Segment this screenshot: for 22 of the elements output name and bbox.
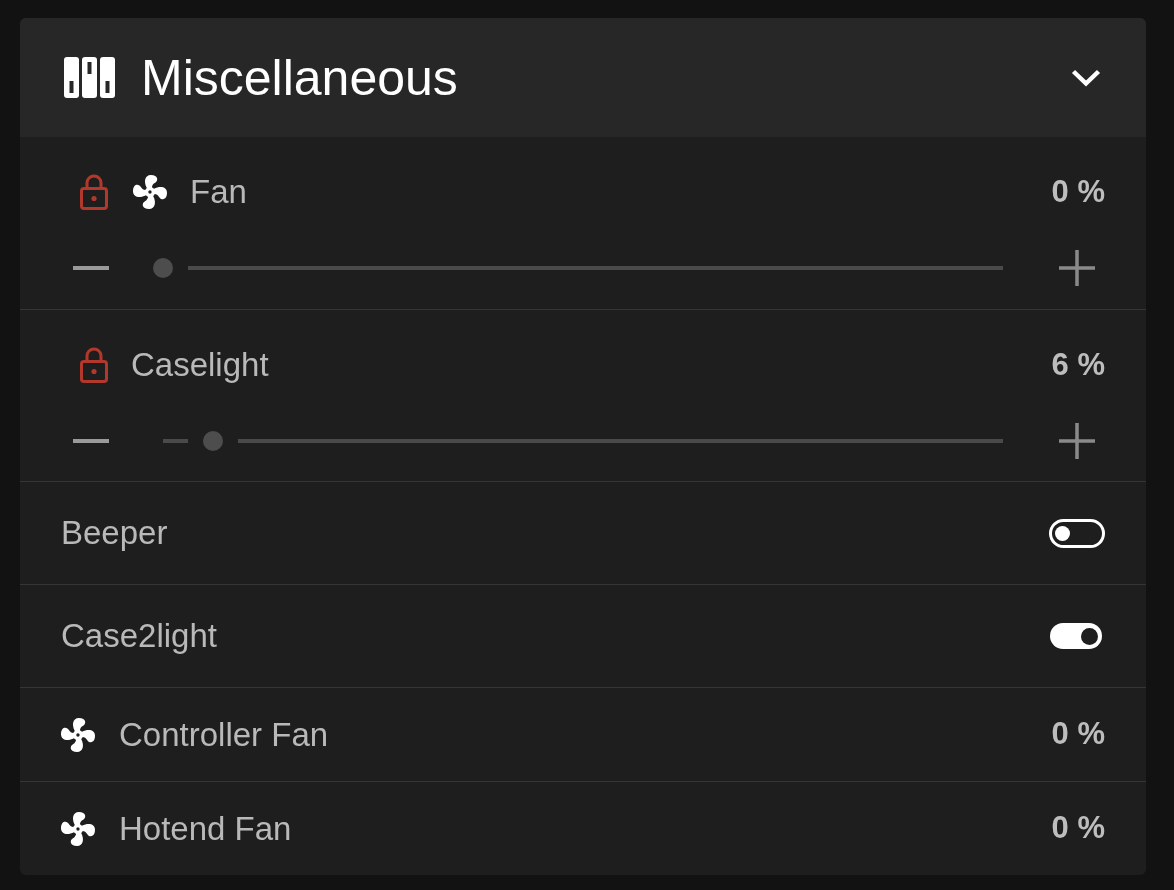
dip-switch-icon: [64, 57, 115, 98]
slider-label: Fan: [190, 172, 247, 213]
slider-thumb[interactable]: [203, 431, 224, 451]
value-text: 6 %: [1051, 345, 1105, 384]
panel-header[interactable]: Miscellaneous: [20, 18, 1146, 137]
toggle-switch[interactable]: [1050, 623, 1102, 649]
chevron-icon[interactable]: [1071, 68, 1101, 87]
toggle-label: Beeper: [61, 513, 168, 554]
panel-title: Miscellaneous: [141, 52, 458, 103]
slider-label: Caselight: [131, 345, 269, 386]
toggle-label: Case2light: [61, 616, 217, 657]
minus-icon: [73, 439, 109, 443]
value-text: 0 %: [1051, 809, 1105, 848]
plus-icon: [1059, 423, 1095, 459]
toggle-switch[interactable]: [1049, 518, 1105, 548]
minus-icon: [73, 266, 109, 270]
plus-icon: [1059, 250, 1095, 286]
slider-thumb[interactable]: [153, 258, 173, 278]
value-text: 0 %: [1051, 715, 1105, 754]
readout-label: Hotend Fan: [119, 808, 292, 849]
readout-label: Controller Fan: [119, 714, 329, 755]
value-text: 0 %: [1051, 172, 1105, 211]
